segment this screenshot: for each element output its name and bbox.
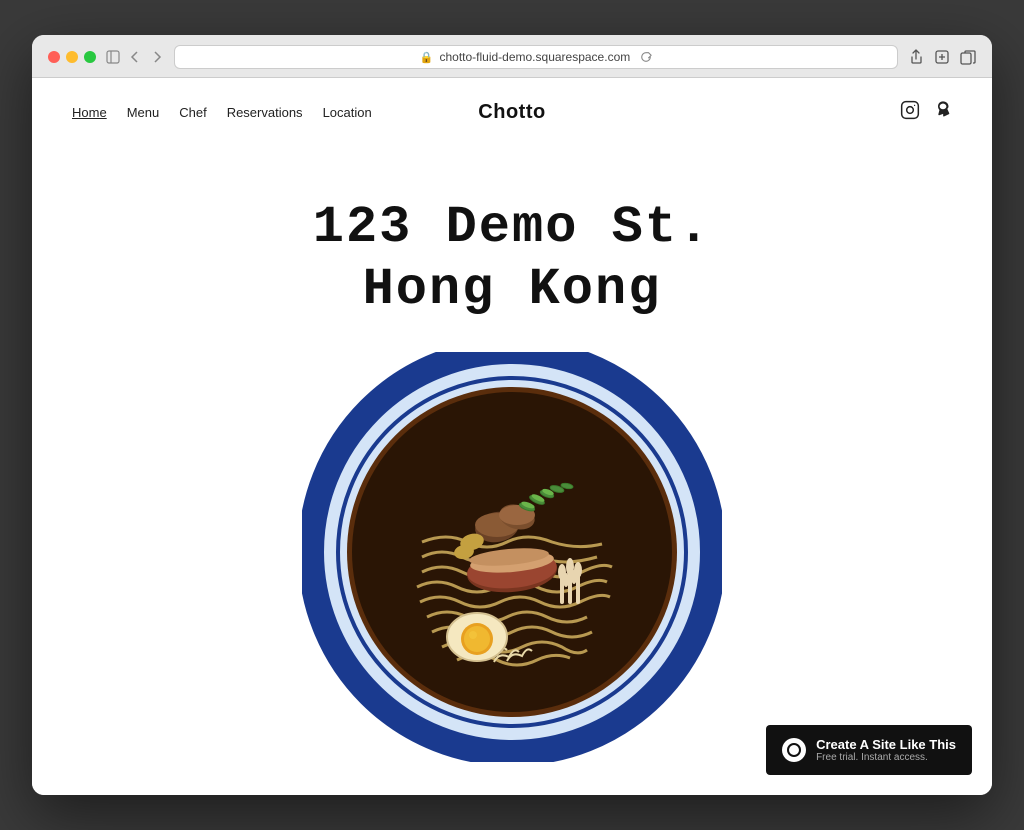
minimize-button[interactable] (66, 51, 78, 63)
bowl-image (302, 352, 722, 762)
forward-icon[interactable] (150, 50, 164, 64)
nav-left: Home Menu Chef Reservations Location (72, 105, 372, 120)
browser-window: 🔒 chotto-fluid-demo.squarespace.com (32, 35, 992, 795)
url-text: chotto-fluid-demo.squarespace.com (439, 50, 630, 64)
nav-item-menu[interactable]: Menu (127, 105, 160, 120)
browser-actions (908, 49, 976, 65)
squarespace-banner[interactable]: Create A Site Like This Free trial. Inst… (766, 725, 972, 775)
hero-line2: Hong Kong (363, 260, 662, 319)
new-tab-icon[interactable] (934, 49, 950, 65)
nav-item-reservations[interactable]: Reservations (227, 105, 303, 120)
brand-name: Chotto (478, 101, 545, 124)
nav-item-home[interactable]: Home (72, 105, 107, 120)
squarespace-logo (782, 738, 806, 762)
yelp-icon[interactable] (934, 100, 952, 125)
close-button[interactable] (48, 51, 60, 63)
browser-chrome: 🔒 chotto-fluid-demo.squarespace.com (32, 35, 992, 78)
squarespace-banner-subtitle: Free trial. Instant access. (816, 752, 956, 763)
navigation: Home Menu Chef Reservations Location Cho… (32, 78, 992, 147)
reload-icon[interactable] (640, 51, 652, 63)
squarespace-banner-text: Create A Site Like This Free trial. Inst… (816, 737, 956, 763)
share-icon[interactable] (908, 49, 924, 65)
back-icon[interactable] (128, 50, 142, 64)
instagram-icon[interactable] (900, 100, 920, 125)
hero-title: 123 Demo St. Hong Kong (52, 197, 972, 322)
browser-controls (106, 50, 164, 64)
nav-right (900, 100, 952, 125)
duplicate-icon[interactable] (960, 49, 976, 65)
maximize-button[interactable] (84, 51, 96, 63)
nav-item-location[interactable]: Location (323, 105, 372, 120)
nav-item-chef[interactable]: Chef (179, 105, 206, 120)
hero-section: 123 Demo St. Hong Kong (32, 147, 992, 352)
traffic-lights (48, 51, 96, 63)
squarespace-banner-title: Create A Site Like This (816, 737, 956, 752)
sidebar-toggle-icon[interactable] (106, 50, 120, 64)
hero-line1: 123 Demo St. (313, 198, 711, 257)
lock-icon: 🔒 (420, 51, 434, 64)
address-bar[interactable]: 🔒 chotto-fluid-demo.squarespace.com (174, 45, 898, 69)
website-content: Home Menu Chef Reservations Location Cho… (32, 78, 992, 795)
